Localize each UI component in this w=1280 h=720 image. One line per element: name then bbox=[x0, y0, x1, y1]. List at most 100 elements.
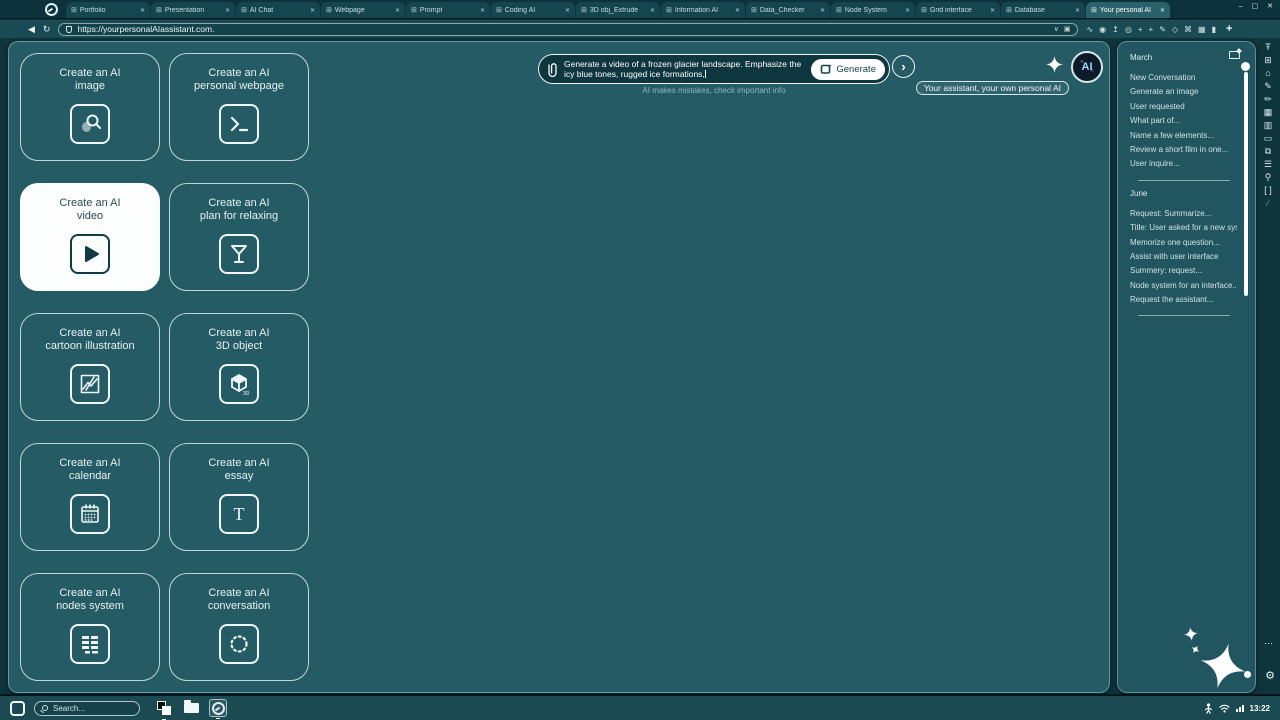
start-button[interactable] bbox=[10, 701, 25, 716]
card-create-conversation[interactable]: Create an AIconversation bbox=[169, 573, 309, 681]
slash-icon[interactable]: ∕ bbox=[1267, 199, 1269, 208]
grid-icon[interactable]: ▦ bbox=[1198, 25, 1206, 34]
tab-close-icon[interactable]: ✕ bbox=[735, 7, 740, 14]
tab-close-icon[interactable]: ✕ bbox=[480, 7, 485, 14]
conversation-item[interactable]: What part of... bbox=[1130, 114, 1237, 128]
card-create-essay[interactable]: Create an AIessay T bbox=[169, 443, 309, 551]
card-create-cartoon[interactable]: Create an AIcartoon illustration bbox=[20, 313, 160, 421]
tab-close-icon[interactable]: ✕ bbox=[395, 7, 400, 14]
conversation-item[interactable]: Request the assistant... bbox=[1130, 293, 1237, 307]
command-icon[interactable]: ⌘ bbox=[1184, 25, 1192, 34]
pen-icon[interactable]: ✎ bbox=[1159, 25, 1166, 34]
tab-close-icon[interactable]: ✕ bbox=[905, 7, 910, 14]
battery-icon[interactable]: ▮ bbox=[1212, 25, 1216, 34]
tab-your-personal-ai[interactable]: ⊞Your personal AI✕ bbox=[1086, 2, 1170, 18]
card-create-3d-object[interactable]: Create an AI3D object 3D bbox=[169, 313, 309, 421]
taskbar-search[interactable] bbox=[34, 701, 140, 716]
card-create-relax-plan[interactable]: Create an AIplan for relaxing bbox=[169, 183, 309, 291]
scrollbar-knob[interactable] bbox=[1241, 62, 1250, 71]
back-button[interactable]: ◀ bbox=[28, 25, 35, 34]
shield-icon[interactable]: ◉ bbox=[1099, 25, 1106, 34]
chart-icon[interactable]: ▥ bbox=[1264, 121, 1273, 130]
card-create-image[interactable]: Create an AIimage bbox=[20, 53, 160, 161]
tab-prompt[interactable]: ⊞Prompt✕ bbox=[406, 2, 490, 18]
tab-portfolio[interactable]: ⊞Portfolio✕ bbox=[66, 2, 150, 18]
tab-close-icon[interactable]: ✕ bbox=[140, 7, 145, 14]
conversation-item[interactable]: Memorize one question... bbox=[1130, 236, 1237, 250]
wave-icon[interactable]: ∿ bbox=[1086, 25, 1093, 34]
conversation-item[interactable]: Summery: request... bbox=[1130, 264, 1237, 278]
gear-icon[interactable]: ⚙ bbox=[1265, 669, 1275, 682]
pen-icon[interactable]: ✎ bbox=[1264, 82, 1272, 91]
tab-close-icon[interactable]: ✕ bbox=[565, 7, 570, 14]
minimize-button[interactable]: – bbox=[1239, 3, 1243, 10]
close-button[interactable]: ✕ bbox=[1267, 3, 1273, 10]
tab-node-system[interactable]: ⊞Node System✕ bbox=[831, 2, 915, 18]
bracket-icon[interactable]: [ ] bbox=[1264, 186, 1272, 195]
blocks-icon[interactable]: ▦ bbox=[1264, 108, 1273, 117]
more-options-icon[interactable]: ⋯ bbox=[1264, 638, 1273, 649]
attachment-icon[interactable] bbox=[547, 62, 558, 77]
tab-close-icon[interactable]: ✕ bbox=[990, 7, 995, 14]
tab-webpage[interactable]: ⊞Webpage✕ bbox=[321, 2, 405, 18]
anchor-icon[interactable]: ⚲ bbox=[1265, 173, 1272, 182]
conversation-item[interactable]: Node system for an interface... bbox=[1130, 279, 1237, 293]
app-shortcut-files[interactable] bbox=[182, 699, 200, 717]
tab-close-icon[interactable]: ✕ bbox=[310, 7, 315, 14]
pencil-icon[interactable]: ✏ bbox=[1264, 95, 1272, 104]
diamond-icon[interactable]: ◇ bbox=[1172, 25, 1178, 34]
card-create-nodes-system[interactable]: Create an AInodes system bbox=[20, 573, 160, 681]
conversation-item[interactable]: Title: User asked for a new system bbox=[1130, 221, 1237, 235]
tab-close-icon[interactable]: ✕ bbox=[1160, 7, 1165, 14]
tab-ai-chat[interactable]: ⊞AI Chat✕ bbox=[236, 2, 320, 18]
search-input[interactable] bbox=[53, 704, 133, 713]
conversation-item[interactable]: Assist with user interface bbox=[1130, 250, 1237, 264]
list-icon[interactable]: ☰ bbox=[1264, 160, 1272, 169]
app-shortcut-design[interactable] bbox=[155, 699, 173, 717]
text-tool-icon[interactable]: Ŧ bbox=[1265, 43, 1271, 52]
upload-icon[interactable]: ↥ bbox=[1112, 25, 1119, 34]
card-create-webpage[interactable]: Create an AIpersonal webpage bbox=[169, 53, 309, 161]
crosshair-icon[interactable]: + bbox=[1149, 25, 1154, 34]
url-field[interactable]: https://yourpersonalAIassistant.com. ∨ ▣ bbox=[58, 23, 1078, 36]
add-tab-button[interactable]: + bbox=[1226, 23, 1232, 35]
conversation-item[interactable]: Request: Summarize... bbox=[1130, 207, 1237, 221]
signal-icon[interactable] bbox=[1236, 705, 1244, 712]
conversation-item[interactable]: User requested bbox=[1130, 100, 1237, 114]
tab-presentation[interactable]: ⊞Presentation✕ bbox=[151, 2, 235, 18]
maximize-button[interactable]: ▢ bbox=[1252, 3, 1259, 10]
tab-information-ai[interactable]: ⊞Information AI✕ bbox=[661, 2, 745, 18]
tab-database[interactable]: ⊞Database✕ bbox=[1001, 2, 1085, 18]
new-chat-icon[interactable] bbox=[1229, 51, 1240, 59]
tab-data-checker[interactable]: ⊞Data_Checker✕ bbox=[746, 2, 830, 18]
wifi-icon[interactable] bbox=[1219, 704, 1230, 713]
tab-3d-obj-extrude[interactable]: ⊞3D obj_Extrude✕ bbox=[576, 2, 660, 18]
monitor-icon[interactable]: ▭ bbox=[1264, 134, 1273, 143]
assistant-avatar[interactable]: AI bbox=[1071, 51, 1103, 83]
tab-close-icon[interactable]: ✕ bbox=[1075, 7, 1080, 14]
target-icon[interactable]: ◎ bbox=[1125, 25, 1132, 34]
card-create-video[interactable]: Create an AIvideo bbox=[20, 183, 160, 291]
plus-icon[interactable]: + bbox=[1138, 25, 1143, 34]
home-icon[interactable]: ⌂ bbox=[1265, 69, 1270, 78]
tab-grid-interface[interactable]: ⊞Grid interface✕ bbox=[916, 2, 1000, 18]
reload-button[interactable]: ↻ bbox=[43, 25, 51, 34]
browser-logo-icon[interactable] bbox=[45, 3, 58, 16]
add-frame-icon[interactable]: ⊞ bbox=[1264, 56, 1272, 65]
tab-close-icon[interactable]: ✕ bbox=[820, 7, 825, 14]
conversation-item[interactable]: Generate an image bbox=[1130, 85, 1237, 99]
send-button[interactable]: › bbox=[892, 55, 915, 78]
prompt-input[interactable]: Generate a video of a frozen glacier lan… bbox=[538, 54, 890, 84]
app-shortcut-browser[interactable] bbox=[209, 699, 227, 717]
conversation-item[interactable]: User inquire... bbox=[1130, 157, 1237, 171]
card-create-calendar[interactable]: Create an AIcalendar bbox=[20, 443, 160, 551]
generate-button[interactable]: Generate bbox=[811, 59, 885, 80]
tab-close-icon[interactable]: ✕ bbox=[650, 7, 655, 14]
conversation-item[interactable]: New Conversation bbox=[1130, 71, 1237, 85]
tab-coding-ai[interactable]: ⊞Coding AI✕ bbox=[491, 2, 575, 18]
scrollbar-thumb[interactable] bbox=[1244, 72, 1248, 296]
accessibility-person-icon[interactable] bbox=[1204, 703, 1213, 714]
conversation-item[interactable]: Name a few elements... bbox=[1130, 129, 1237, 143]
tab-close-icon[interactable]: ✕ bbox=[225, 7, 230, 14]
chevron-down-icon[interactable]: ∨ bbox=[1054, 25, 1059, 33]
